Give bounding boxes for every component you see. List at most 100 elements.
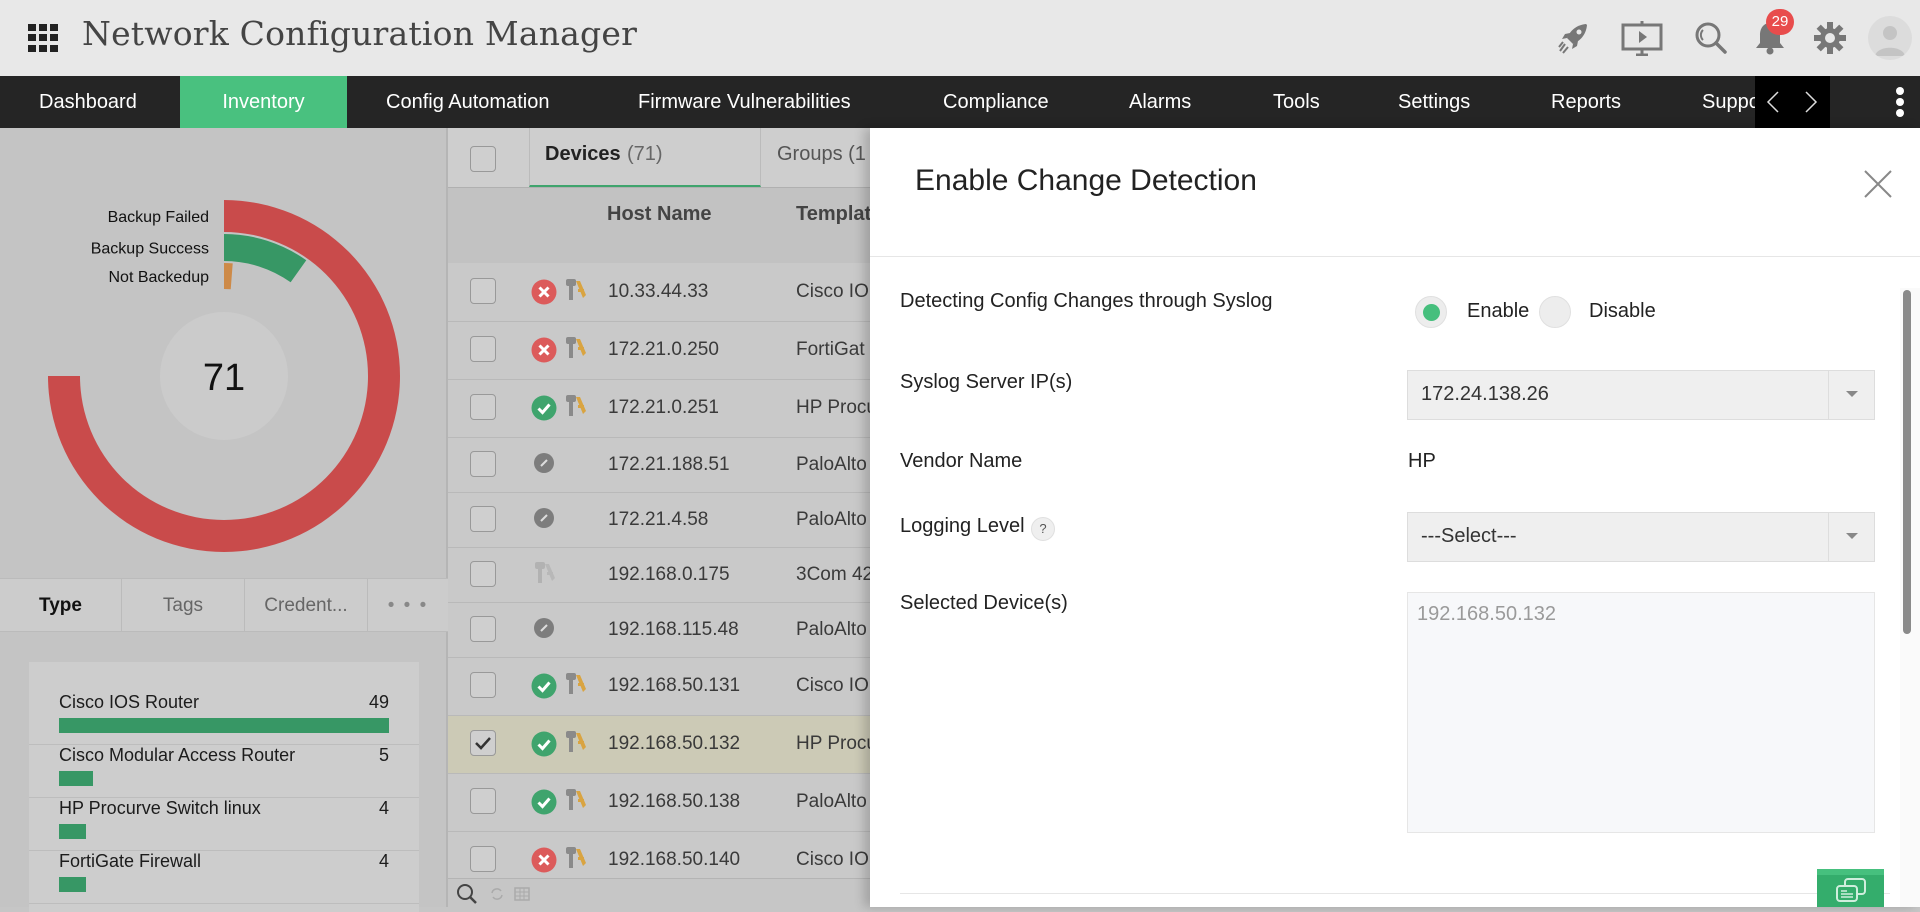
type-list-item[interactable]: Cisco IOS Router 49 bbox=[29, 692, 419, 745]
tab-tags[interactable]: Tags bbox=[122, 579, 245, 632]
nav-inventory[interactable]: Inventory bbox=[180, 76, 347, 128]
enable-radio[interactable] bbox=[1415, 296, 1447, 328]
disable-radio-label[interactable]: Disable bbox=[1589, 300, 1656, 323]
chevron-left-icon[interactable] bbox=[1765, 90, 1781, 114]
nav-config-automation[interactable]: Config Automation bbox=[347, 76, 588, 128]
row-checkbox[interactable] bbox=[470, 788, 496, 814]
dialog-scrollbar[interactable] bbox=[1900, 288, 1920, 907]
host-name[interactable]: 192.168.50.140 bbox=[608, 849, 740, 871]
row-checkbox[interactable] bbox=[470, 672, 496, 698]
refresh-icon[interactable] bbox=[488, 885, 506, 903]
col-host-name[interactable]: Host Name bbox=[607, 203, 711, 226]
logging-level-label: Logging Level bbox=[900, 515, 1025, 537]
table-row[interactable]: 172.21.4.58 PaloAlto bbox=[448, 493, 870, 548]
nav-compliance[interactable]: Compliance bbox=[904, 76, 1088, 128]
credential-key-icon[interactable] bbox=[564, 787, 588, 813]
row-checkbox[interactable] bbox=[470, 451, 496, 477]
more-tabs-icon[interactable]: • • • bbox=[368, 579, 448, 632]
template-name: PaloAlto bbox=[796, 619, 867, 640]
type-bar bbox=[59, 771, 93, 786]
credential-key-icon[interactable] bbox=[564, 277, 588, 303]
enable-radio-label[interactable]: Enable bbox=[1467, 300, 1529, 323]
nav-alarms[interactable]: Alarms bbox=[1090, 76, 1230, 128]
template-name: HP Procu bbox=[796, 397, 877, 418]
logging-level-select[interactable]: ---Select--- bbox=[1407, 512, 1875, 562]
table-row[interactable]: 192.168.50.132 HP Procu bbox=[448, 716, 877, 774]
rocket-icon[interactable] bbox=[1556, 20, 1592, 56]
type-list-item[interactable]: Cisco Modular Access Router 5 bbox=[29, 745, 419, 798]
row-checkbox[interactable] bbox=[470, 616, 496, 642]
tab-devices[interactable]: Devices (71) bbox=[529, 128, 761, 187]
row-checkbox[interactable] bbox=[470, 561, 496, 587]
host-name[interactable]: 192.168.50.131 bbox=[608, 675, 740, 697]
dropdown-toggle[interactable] bbox=[1828, 513, 1874, 561]
table-row[interactable]: 172.21.0.250 FortiGat bbox=[448, 322, 870, 380]
host-name[interactable]: 172.21.0.251 bbox=[608, 397, 719, 419]
type-list-item[interactable]: HP Procurve Switch linux 4 bbox=[29, 798, 419, 851]
tab-devices-label: Devices bbox=[545, 143, 621, 165]
template-name: PaloAlto bbox=[796, 454, 867, 475]
table-row[interactable]: 172.21.188.51 PaloAlto bbox=[448, 438, 870, 493]
tab-credentials[interactable]: Credent... bbox=[245, 579, 368, 632]
app-header: Network Configuration Manager 29 bbox=[0, 0, 1920, 76]
table-row[interactable]: 172.21.0.251 HP Procu bbox=[448, 380, 877, 438]
host-name[interactable]: 192.168.115.48 bbox=[608, 619, 739, 641]
app-grid-icon[interactable] bbox=[28, 24, 60, 52]
chevron-right-icon[interactable] bbox=[1803, 90, 1819, 114]
nav-firmware-vulnerabilities[interactable]: Firmware Vulnerabilities bbox=[599, 76, 890, 128]
nav-dashboard[interactable]: Dashboard bbox=[0, 76, 176, 128]
user-icon bbox=[1875, 26, 1905, 56]
host-name[interactable]: 192.168.0.175 bbox=[608, 564, 730, 586]
disable-radio[interactable] bbox=[1539, 296, 1571, 328]
host-name[interactable]: 192.168.50.138 bbox=[608, 791, 740, 813]
row-checkbox[interactable] bbox=[470, 846, 496, 872]
arc-not-backedup[interactable] bbox=[224, 263, 233, 290]
table-row[interactable]: 192.168.50.131 Cisco IO bbox=[448, 658, 870, 716]
table-row[interactable]: 192.168.50.138 PaloAlto bbox=[448, 774, 870, 832]
table-row[interactable]: 10.33.44.33 Cisco IO bbox=[448, 263, 870, 322]
row-checkbox[interactable] bbox=[470, 278, 496, 304]
host-name[interactable]: 172.21.4.58 bbox=[608, 509, 708, 531]
tab-type[interactable]: Type bbox=[0, 579, 122, 632]
scrollbar-thumb[interactable] bbox=[1903, 290, 1911, 634]
presentation-icon[interactable] bbox=[1620, 20, 1664, 56]
select-all-checkbox[interactable] bbox=[470, 146, 496, 172]
syslog-server-select[interactable]: 172.24.138.26 bbox=[1407, 370, 1875, 420]
chat-button[interactable] bbox=[1817, 869, 1884, 907]
host-name[interactable]: 192.168.50.132 bbox=[608, 733, 740, 755]
dropdown-toggle[interactable] bbox=[1828, 371, 1874, 419]
row-checkbox[interactable] bbox=[470, 336, 496, 362]
template-name: HP Procu bbox=[796, 733, 877, 754]
left-panel: Backup Failed Backup Success Not Backedup … bbox=[0, 128, 448, 912]
more-vertical-icon[interactable] bbox=[1888, 86, 1912, 118]
host-name[interactable]: 10.33.44.33 bbox=[608, 281, 708, 303]
search-icon[interactable] bbox=[455, 882, 479, 906]
row-checkbox[interactable] bbox=[470, 730, 496, 756]
nav-reports[interactable]: Reports bbox=[1512, 76, 1660, 128]
type-list-item[interactable]: FortiGate Firewall 4 bbox=[29, 851, 419, 904]
table-row[interactable]: 192.168.115.48 PaloAlto bbox=[448, 603, 870, 658]
backup-failed-icon bbox=[531, 279, 557, 305]
columns-icon[interactable] bbox=[514, 886, 530, 902]
credential-key-icon[interactable] bbox=[564, 393, 588, 419]
credential-key-icon[interactable] bbox=[564, 845, 588, 871]
credential-key-icon[interactable] bbox=[564, 729, 588, 755]
nav-settings[interactable]: Settings bbox=[1359, 76, 1509, 128]
credential-key-icon[interactable] bbox=[564, 671, 588, 697]
row-checkbox[interactable] bbox=[470, 506, 496, 532]
close-icon[interactable] bbox=[1862, 168, 1894, 200]
search-icon[interactable] bbox=[1693, 20, 1729, 56]
tab-groups[interactable]: Groups (1 bbox=[777, 143, 866, 166]
col-template[interactable]: Templat bbox=[796, 203, 871, 226]
row-checkbox[interactable] bbox=[470, 394, 496, 420]
credential-key-icon[interactable] bbox=[533, 560, 557, 586]
host-name[interactable]: 172.21.0.250 bbox=[608, 339, 719, 361]
table-row[interactable]: 192.168.0.175 3Com 42 bbox=[448, 548, 873, 603]
nav-tools[interactable]: Tools bbox=[1234, 76, 1359, 128]
help-icon[interactable]: ? bbox=[1031, 517, 1055, 541]
credential-key-icon[interactable] bbox=[564, 335, 588, 361]
host-name[interactable]: 172.21.188.51 bbox=[608, 454, 730, 476]
gear-icon[interactable] bbox=[1812, 20, 1848, 56]
avatar[interactable] bbox=[1868, 16, 1912, 60]
selected-devices-field[interactable]: 192.168.50.132 bbox=[1407, 592, 1875, 833]
